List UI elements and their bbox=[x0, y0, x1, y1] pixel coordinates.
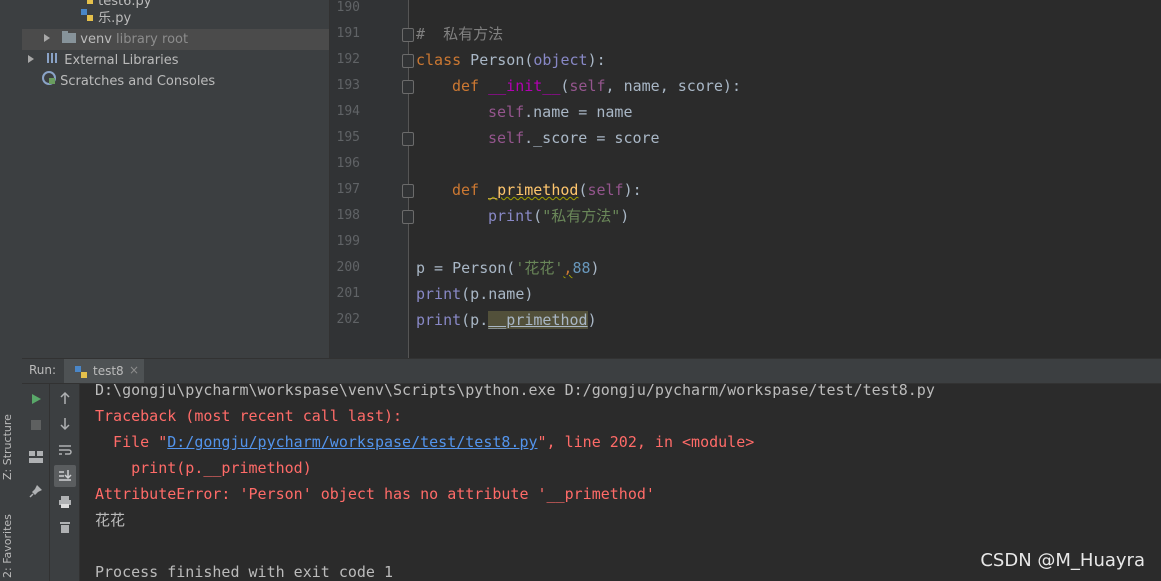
run-tab-test8[interactable]: test8 × bbox=[64, 359, 144, 383]
run-toolbar-secondary bbox=[50, 384, 80, 581]
print-button[interactable] bbox=[54, 491, 76, 513]
structure-tool-tab[interactable]: Z: Structure bbox=[1, 400, 21, 480]
line-number: 200 bbox=[336, 260, 360, 275]
play-icon bbox=[32, 394, 41, 404]
folder-icon bbox=[62, 29, 77, 50]
fold-marker-icon[interactable] bbox=[402, 80, 414, 94]
layout-button[interactable] bbox=[25, 446, 47, 468]
console-traceback-header: Traceback (most recent call last): bbox=[95, 407, 403, 425]
code-line-191: # 私有方法 bbox=[416, 25, 504, 43]
line-number: 194 bbox=[336, 104, 360, 119]
project-tree: test6.py 乐.py venv library root External… bbox=[22, 0, 330, 358]
code-line-200: p = Person('花花',88) bbox=[416, 259, 600, 277]
scroll-up-button[interactable] bbox=[54, 387, 76, 409]
left-tool-stripe: Z: Structure 2: Favorites bbox=[0, 0, 23, 581]
python-file-icon bbox=[74, 364, 88, 383]
code-editor[interactable]: 190 191 192 193 194 195 196 197 198 199 … bbox=[330, 0, 1161, 358]
fold-marker-icon[interactable] bbox=[402, 28, 414, 42]
console-code-line: print(p.__primethod) bbox=[95, 459, 312, 477]
line-number: 193 bbox=[336, 78, 360, 93]
wrap-icon bbox=[59, 445, 72, 455]
trash-icon bbox=[60, 522, 70, 533]
run-toolbar-primary bbox=[22, 384, 50, 581]
code-line-202: print(p.__primethod) bbox=[416, 311, 597, 329]
pin-button[interactable] bbox=[25, 480, 47, 502]
scratches-icon bbox=[42, 71, 56, 92]
scroll-to-end-button[interactable] bbox=[54, 465, 76, 487]
line-number: 192 bbox=[336, 52, 360, 67]
close-icon[interactable]: × bbox=[129, 363, 139, 377]
file-link[interactable]: D:/gongju/pycharm/workspase/test/test8.p… bbox=[167, 433, 537, 451]
fold-marker-icon[interactable] bbox=[402, 210, 414, 224]
code-line-194: self.name = name bbox=[488, 103, 633, 121]
line-number: 191 bbox=[336, 26, 360, 41]
line-number: 198 bbox=[336, 208, 360, 223]
printer-icon bbox=[59, 496, 71, 508]
code-line-195: self._score = score bbox=[488, 129, 660, 147]
fold-marker-icon[interactable] bbox=[402, 54, 414, 68]
scroll-down-button[interactable] bbox=[54, 413, 76, 435]
arrow-up-icon bbox=[60, 391, 70, 404]
run-header: Run: test8 × bbox=[22, 359, 1161, 384]
pin-icon bbox=[29, 485, 42, 498]
layout-icon bbox=[29, 451, 43, 463]
run-label: Run: bbox=[29, 363, 57, 377]
tree-item-le-py[interactable]: 乐.py bbox=[22, 8, 329, 29]
code-line-193: def __init__(self, name, score): bbox=[452, 77, 741, 95]
code-line-197: def _primethod(self): bbox=[452, 181, 642, 199]
fold-marker-icon[interactable] bbox=[402, 132, 414, 146]
line-number: 196 bbox=[336, 156, 360, 171]
console-file-line: File "D:/gongju/pycharm/workspase/test/t… bbox=[95, 433, 755, 451]
stop-icon bbox=[31, 420, 41, 430]
libraries-icon bbox=[46, 50, 60, 71]
run-tab-label: test8 bbox=[93, 364, 124, 378]
scroll-end-icon bbox=[59, 470, 72, 481]
stop-button[interactable] bbox=[25, 414, 47, 436]
code-line-198: print("私有方法") bbox=[488, 207, 630, 225]
line-number: 190 bbox=[336, 0, 360, 15]
chevron-right-icon[interactable] bbox=[42, 29, 52, 50]
library-root-note: library root bbox=[116, 32, 189, 47]
tree-item-label: External Libraries bbox=[64, 53, 179, 68]
watermark: CSDN @M_Huayra bbox=[980, 550, 1145, 571]
tree-item-label: 乐.py bbox=[98, 11, 132, 26]
line-number: 199 bbox=[336, 234, 360, 249]
tree-item-label: Scratches and Consoles bbox=[60, 74, 216, 89]
python-file-icon bbox=[80, 8, 94, 29]
code-line-201: print(p.name) bbox=[416, 285, 534, 303]
soft-wrap-button[interactable] bbox=[54, 439, 76, 461]
console-exit-line: Process finished with exit code 1 bbox=[95, 563, 394, 581]
console-error-line: AttributeError: 'Person' object has no a… bbox=[95, 485, 655, 503]
line-gutter: 190 191 192 193 194 195 196 197 198 199 … bbox=[330, 0, 414, 358]
line-number: 197 bbox=[336, 182, 360, 197]
chevron-right-icon[interactable] bbox=[26, 50, 36, 71]
console-output-line: 花花 bbox=[95, 511, 126, 529]
fold-marker-icon[interactable] bbox=[402, 184, 414, 198]
tree-item-external-libraries[interactable]: External Libraries bbox=[22, 50, 329, 71]
tree-item-venv[interactable]: venv library root bbox=[22, 29, 329, 50]
line-number: 201 bbox=[336, 286, 360, 301]
console-command-line: D:\gongju\pycharm\workspase\venv\Scripts… bbox=[95, 384, 935, 399]
favorites-tool-tab[interactable]: 2: Favorites bbox=[1, 498, 21, 578]
line-number: 202 bbox=[336, 312, 360, 327]
clear-button[interactable] bbox=[54, 516, 76, 538]
tree-item-label: venv bbox=[80, 32, 112, 47]
rerun-button[interactable] bbox=[25, 388, 47, 410]
arrow-down-icon bbox=[60, 418, 70, 431]
code-line-192: class Person(object): bbox=[416, 51, 606, 69]
line-number: 195 bbox=[336, 130, 360, 145]
tree-item-scratches[interactable]: Scratches and Consoles bbox=[22, 71, 329, 92]
